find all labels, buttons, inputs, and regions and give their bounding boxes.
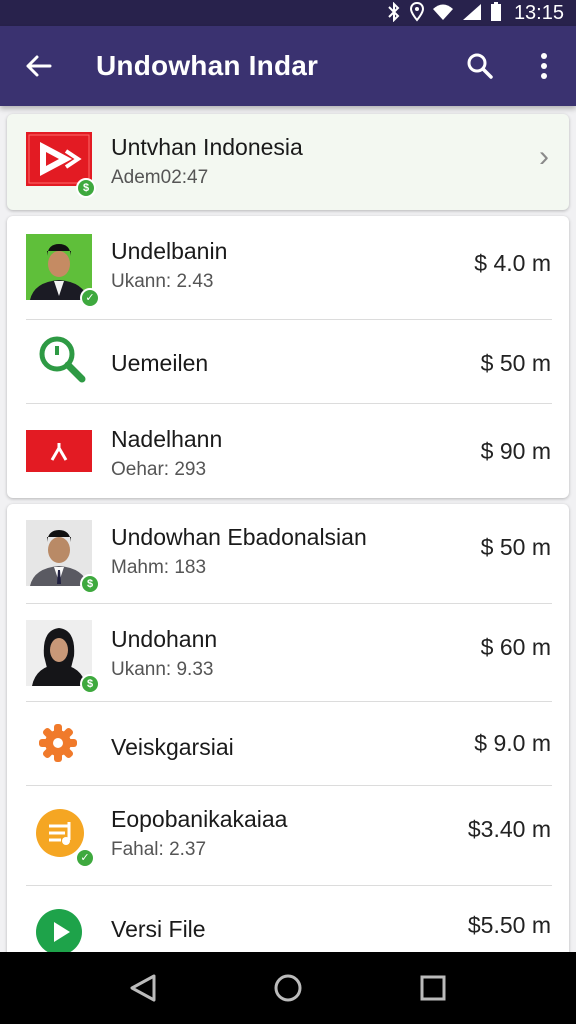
list-item[interactable]: Veiskgarsiai $ 9.0 m <box>7 702 569 786</box>
nav-back-icon <box>130 974 156 1002</box>
item-sub: Ukann: 9.33 <box>111 659 214 680</box>
person-photo-hijab: $ <box>26 620 100 694</box>
item-price: $ 50 m <box>480 534 551 560</box>
content-list[interactable]: $ Untvhan Indonesia Adem02:47 › ✓ Undelb… <box>0 106 576 952</box>
search-clock-icon <box>37 334 87 384</box>
item-price: $ 4.0 m <box>474 250 551 276</box>
item-name: Undowhan Ebadonalsian <box>111 524 367 550</box>
list-item[interactable]: Nadelhann Oehar: 293 $ 90 m <box>7 404 569 498</box>
list-item[interactable]: $ Undowhan Ebadonalsian Mahm: 183 $ 50 m <box>7 504 569 604</box>
back-button[interactable] <box>0 26 76 106</box>
more-vert-icon <box>541 53 547 79</box>
signal-icon <box>462 3 482 24</box>
list-item[interactable]: $ Undohann Ukann: 9.33 $ 60 m <box>7 604 569 702</box>
location-icon <box>409 1 424 25</box>
featured-name: Untvhan Indonesia <box>111 134 303 160</box>
person-photo: ✓ <box>26 234 100 308</box>
play-logo-icon: $ <box>26 132 96 198</box>
red-flag-icon <box>26 430 92 472</box>
list-item[interactable]: Uemeilen $ 50 m <box>7 320 569 404</box>
arrow-back-icon <box>26 55 52 77</box>
search-icon <box>467 53 493 79</box>
item-price: $ 9.0 m <box>474 730 551 756</box>
bluetooth-icon <box>386 1 402 25</box>
list-card: ✓ Undelbanin Ukann: 2.43 $ 4.0 m Uemeile… <box>7 216 569 498</box>
item-sub: Ukann: 2.43 <box>111 271 214 292</box>
item-sub: Fahal: 2.37 <box>111 839 207 860</box>
status-time: 13:15 <box>513 1 564 24</box>
item-name: Veiskgarsiai <box>111 734 234 760</box>
nav-recents-icon <box>420 975 446 1001</box>
wifi-icon <box>432 3 454 24</box>
more-options-button[interactable] <box>512 26 576 106</box>
verified-badge: ✓ <box>80 288 100 308</box>
nav-back-button[interactable] <box>113 958 173 1018</box>
item-name: Eopobanikakaiaa <box>111 806 288 832</box>
list-item[interactable]: ✓ Undelbanin Ukann: 2.43 $ 4.0 m <box>7 216 569 320</box>
item-name: Undelbanin <box>111 238 228 264</box>
item-sub: Oehar: 293 <box>111 459 207 480</box>
item-name: Uemeilen <box>111 350 209 376</box>
item-price: $ 90 m <box>480 438 551 464</box>
status-bar: 13:15 <box>0 0 576 26</box>
verified-badge: ✓ <box>75 848 95 868</box>
featured-card[interactable]: $ Untvhan Indonesia Adem02:47 › <box>7 114 569 210</box>
nav-recents-button[interactable] <box>403 958 463 1018</box>
item-sub: Mahm: 183 <box>111 557 207 578</box>
system-nav-bar <box>0 952 576 1024</box>
item-name: Undohann <box>111 626 218 652</box>
search-button[interactable] <box>448 26 512 106</box>
list-card: $ Undowhan Ebadonalsian Mahm: 183 $ 50 m… <box>7 504 569 952</box>
play-circle-icon <box>35 908 83 952</box>
page-title: Undowhan Indar <box>96 50 319 81</box>
list-item[interactable]: ✓ Eopobanikakaiaa Fahal: 2.37 $3.40 m <box>7 786 569 886</box>
item-name: Versi File <box>111 916 206 942</box>
item-name: Nadelhann <box>111 426 223 452</box>
gear-icon <box>37 722 79 764</box>
verified-badge: $ <box>80 674 100 694</box>
list-item[interactable]: Versi File $5.50 m <box>7 886 569 952</box>
item-price: $3.40 m <box>467 816 551 842</box>
featured-sub: Adem02:47 <box>111 167 209 188</box>
chevron-right-icon: › <box>539 140 549 173</box>
verified-badge: $ <box>76 178 96 198</box>
nav-home-icon <box>274 974 302 1002</box>
nav-home-button[interactable] <box>258 958 318 1018</box>
app-bar: Undowhan Indar <box>0 26 576 106</box>
music-note-icon: ✓ <box>35 808 95 868</box>
verified-badge: $ <box>80 574 100 594</box>
person-photo: $ <box>26 520 100 594</box>
item-price: $ 60 m <box>480 634 551 660</box>
item-price: $5.50 m <box>467 912 551 938</box>
item-price: $ 50 m <box>480 350 551 376</box>
battery-icon <box>490 1 502 25</box>
